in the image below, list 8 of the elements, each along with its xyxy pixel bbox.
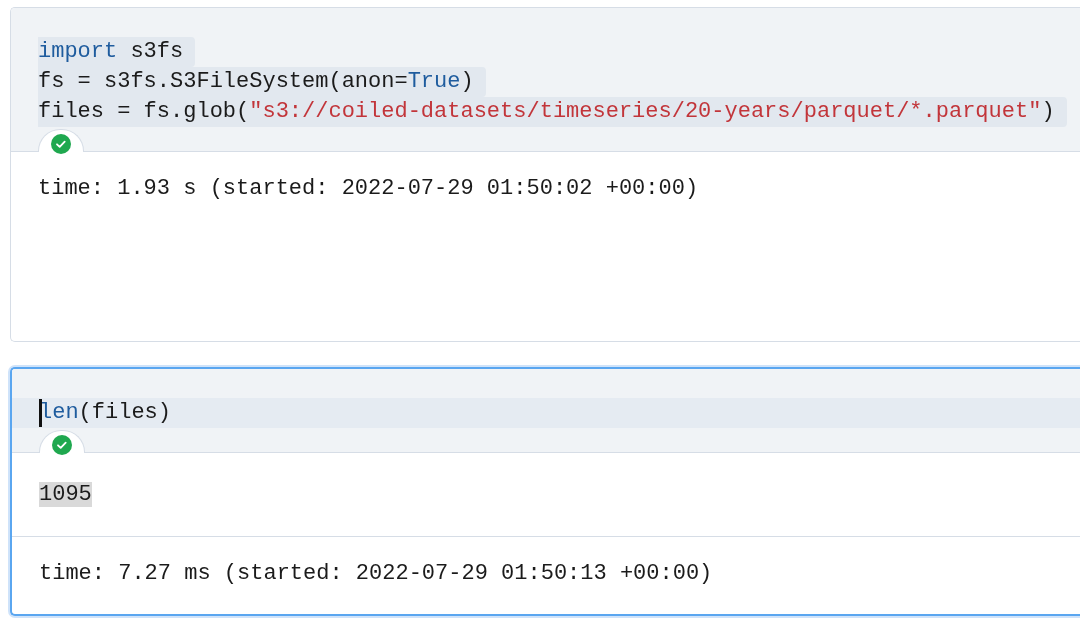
output-result: 1095: [39, 482, 92, 507]
code-editor[interactable]: len(files): [12, 369, 1080, 453]
timing-text: time: 7.27 ms (started: 2022-07-29 01:50:13 +00:00): [39, 561, 713, 586]
notebook-cell[interactable]: import s3fs fs = s3fs.S3FileSystem(anon=True) files = fs.glob("s3://coiled-datasets/timeseries/20-years/parquet/*.parquet") time: 1.93 s (started: 2022-07-29 01:50:02 +00:00): [10, 7, 1080, 342]
notebook-cell[interactable]: len(files) 1095 time: 7.27 ms (started: 2022-07-29 01:50:13 +00:00): [10, 367, 1080, 616]
timing-text: time: 1.93 s (started: 2022-07-29 01:50:02 +00:00): [38, 176, 699, 201]
text-cursor: [39, 399, 42, 427]
code-editor[interactable]: import s3fs fs = s3fs.S3FileSystem(anon=True) files = fs.glob("s3://coiled-datasets/timeseries/20-years/parquet/*.parquet"): [11, 8, 1080, 152]
